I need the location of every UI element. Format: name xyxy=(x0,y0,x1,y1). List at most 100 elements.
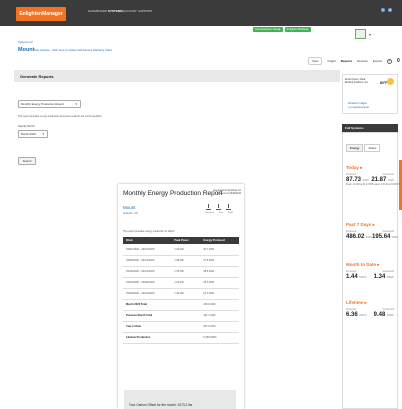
table-row: 03/22/2020 - 03/28/2020 1.62 kW 35.0 kWh xyxy=(123,277,239,289)
promo-badges: Start Enlighten Now ▶ Enlighten Mobile ▶ xyxy=(253,27,311,32)
tab-events[interactable]: Events xyxy=(373,59,382,63)
section-title[interactable]: Lifetime ▸ xyxy=(346,300,394,306)
section-title[interactable]: Month to Date ▸ xyxy=(346,262,394,268)
cell-energy: 35.0 kWh xyxy=(200,277,239,289)
cell-peak-power: 1.60 kW xyxy=(171,244,201,256)
section-values: 6.36 MWh 9.48 MWh xyxy=(346,312,394,318)
submit-button[interactable]: Submit xyxy=(18,157,36,165)
email-icon[interactable] xyxy=(226,204,231,210)
consumed-label: Consumed xyxy=(382,173,394,176)
nav-support[interactable]: SUPPORT xyxy=(138,9,152,13)
col-peak-power: Peak Power xyxy=(171,237,201,244)
cell-week: Previous Month Total xyxy=(123,310,172,322)
chevron-down-icon: ▾ xyxy=(42,132,44,136)
produced-label: Produced xyxy=(346,173,357,176)
tab-reports[interactable]: Reports xyxy=(341,59,352,63)
consumed-label: Consumed xyxy=(382,308,394,311)
report-action-labels: Download Print Email xyxy=(205,212,233,214)
measurements-link[interactable]: +1 measurements xyxy=(348,106,388,110)
produced-value: 87.73 kWh xyxy=(346,177,369,183)
report-type-select[interactable]: Monthly Energy Production Report ▾ xyxy=(18,100,81,108)
consumed-value: 21.87 kWh xyxy=(371,177,394,183)
month-label: Specify Month: xyxy=(18,125,36,128)
produced-value: 1.44 MWh xyxy=(346,274,367,280)
section-title[interactable]: Today ▸ xyxy=(346,165,401,171)
enlighten-mobile-badge[interactable]: Enlighten Mobile ▶ xyxy=(284,27,311,32)
tab-energy[interactable]: Energy xyxy=(346,144,364,152)
produced-value: 486.02 kWh xyxy=(346,234,373,240)
top-icons: ? ● xyxy=(381,8,392,12)
table-row: 03/29/2020 - 03/31/2020 1.49 kW 14.3 kWh xyxy=(123,288,239,300)
cell-peak-power: 1.62 kW xyxy=(171,277,201,289)
section-title[interactable]: Past 7 Days ▸ xyxy=(346,222,394,228)
col-energy-produced: Energy Produced xyxy=(200,237,239,244)
table-row: 03/08/2020 - 03/14/2020 1.58 kW 37.5 kWh xyxy=(123,255,239,267)
produced-label: Produced xyxy=(346,308,357,311)
section-values: 486.02 kWh 195.64 kWh xyxy=(346,234,398,240)
help-icon[interactable]: ? xyxy=(381,8,385,12)
nav-dashboard[interactable]: DASHBOARD xyxy=(88,9,107,13)
produced-label: Produced xyxy=(346,270,357,273)
production-table: Week Peak Power Energy Produced 03/01/20… xyxy=(123,237,239,344)
cell-energy: 156.0 kWh xyxy=(200,299,239,311)
energy-section: Lifetime ▸ Produced Consumed 6.36 MWh 9.48 M… xyxy=(346,300,394,318)
cell-week: 03/29/2020 - 03/31/2020 xyxy=(123,288,172,300)
cell-week: March 2020 Total xyxy=(123,299,172,311)
full-systems-tabs: Energy Status xyxy=(346,144,381,152)
generate-reports-bar xyxy=(14,70,340,82)
consumed-label: Consumed xyxy=(382,230,394,233)
cell-peak-power: 1.49 kW xyxy=(171,288,201,300)
help-icon[interactable]: ? xyxy=(386,58,392,64)
nav-account[interactable]: ACCOUNT xyxy=(122,9,137,13)
tab-devices[interactable]: Devices xyxy=(357,59,368,63)
warranty-link[interactable]: Click here to initiate Self-Service Warr… xyxy=(52,48,112,52)
section-labels: Produced Consumed xyxy=(346,230,394,233)
cell-energy: 14.3 kWh xyxy=(200,288,239,300)
site-status-dropdown[interactable]: Sell Update xyxy=(34,48,50,52)
breadcrumb[interactable]: Systems List xyxy=(18,41,33,44)
alert-count: 0 xyxy=(396,58,400,64)
month-select[interactable]: March 2020 ▾ xyxy=(18,130,48,138)
print-icon[interactable] xyxy=(216,204,221,210)
chevron-down-icon[interactable]: ▾ xyxy=(369,32,371,37)
download-icon[interactable] xyxy=(206,204,211,210)
energy-section: Past 7 Days ▸ Produced Consumed 486.02 kWh 1… xyxy=(346,222,398,240)
nav-systems[interactable]: SYSTEMS xyxy=(108,9,122,13)
full-systems-header: Full Systems xyxy=(342,124,398,132)
report-description: This report provides energy production a… xyxy=(18,115,103,118)
tab-status[interactable]: Status xyxy=(364,144,381,152)
cell-peak-power xyxy=(171,310,201,322)
cell-peak-power: 1.55 kW xyxy=(171,266,201,278)
consumed-value: 9.48 MWh xyxy=(373,312,394,318)
cell-peak-power xyxy=(171,332,201,344)
table-row: 03/15/2020 - 03/21/2020 1.55 kW 38.6 kWh xyxy=(123,266,239,278)
cell-week: Year to Date xyxy=(123,321,172,333)
energy-section: Month to Date ▸ Produced Consumed 1.44 MWh 1… xyxy=(346,262,394,280)
tab-view[interactable]: View xyxy=(308,57,323,65)
cell-peak-power: 1.58 kW xyxy=(171,255,201,267)
section-values: 87.73 kWh 21.87 kWh xyxy=(346,177,394,183)
consumed-value: 195.64 kWh xyxy=(372,234,399,240)
report-table-description: This report provides energy production f… xyxy=(123,230,175,233)
cell-energy: 527.6 kWh xyxy=(200,321,239,333)
system-thumbnail[interactable] xyxy=(355,29,366,39)
section-footnote: Peak: 1.6 kW at 01:13 PM Latest: 1.5 kW … xyxy=(346,184,402,186)
tab-graph[interactable]: Graph xyxy=(327,59,335,63)
cell-week: 03/01/2020 - 03/07/2020 xyxy=(123,244,172,256)
user-icon[interactable]: ● xyxy=(388,8,392,12)
sun-icon xyxy=(387,78,394,85)
brand-logo[interactable]: EnlightenManager xyxy=(16,7,66,21)
cell-week: 03/15/2020 - 03/21/2020 xyxy=(123,266,172,278)
col-week: Week xyxy=(123,237,172,244)
produced-label: Produced xyxy=(346,230,357,233)
report-generated-note: Generated for Enphase Go Systems on 05/2… xyxy=(213,190,241,195)
cell-week: 03/22/2020 - 03/28/2020 xyxy=(123,277,172,289)
cell-energy: 38.6 kWh xyxy=(200,266,239,278)
cell-week: Lifetime Production xyxy=(123,332,172,344)
summary-row: Year to Date 527.6 kWh xyxy=(123,321,239,333)
report-location: Anaheim, CA xyxy=(123,212,138,215)
enlighten-now-badge[interactable]: Start Enlighten Now ▶ xyxy=(253,27,283,32)
view-tabs: View Graph Reports Devices Events ? 0 xyxy=(308,57,400,65)
summary-row: Lifetime Production 6.359 MWh xyxy=(123,332,239,344)
section-labels: Produced Consumed xyxy=(346,173,394,176)
